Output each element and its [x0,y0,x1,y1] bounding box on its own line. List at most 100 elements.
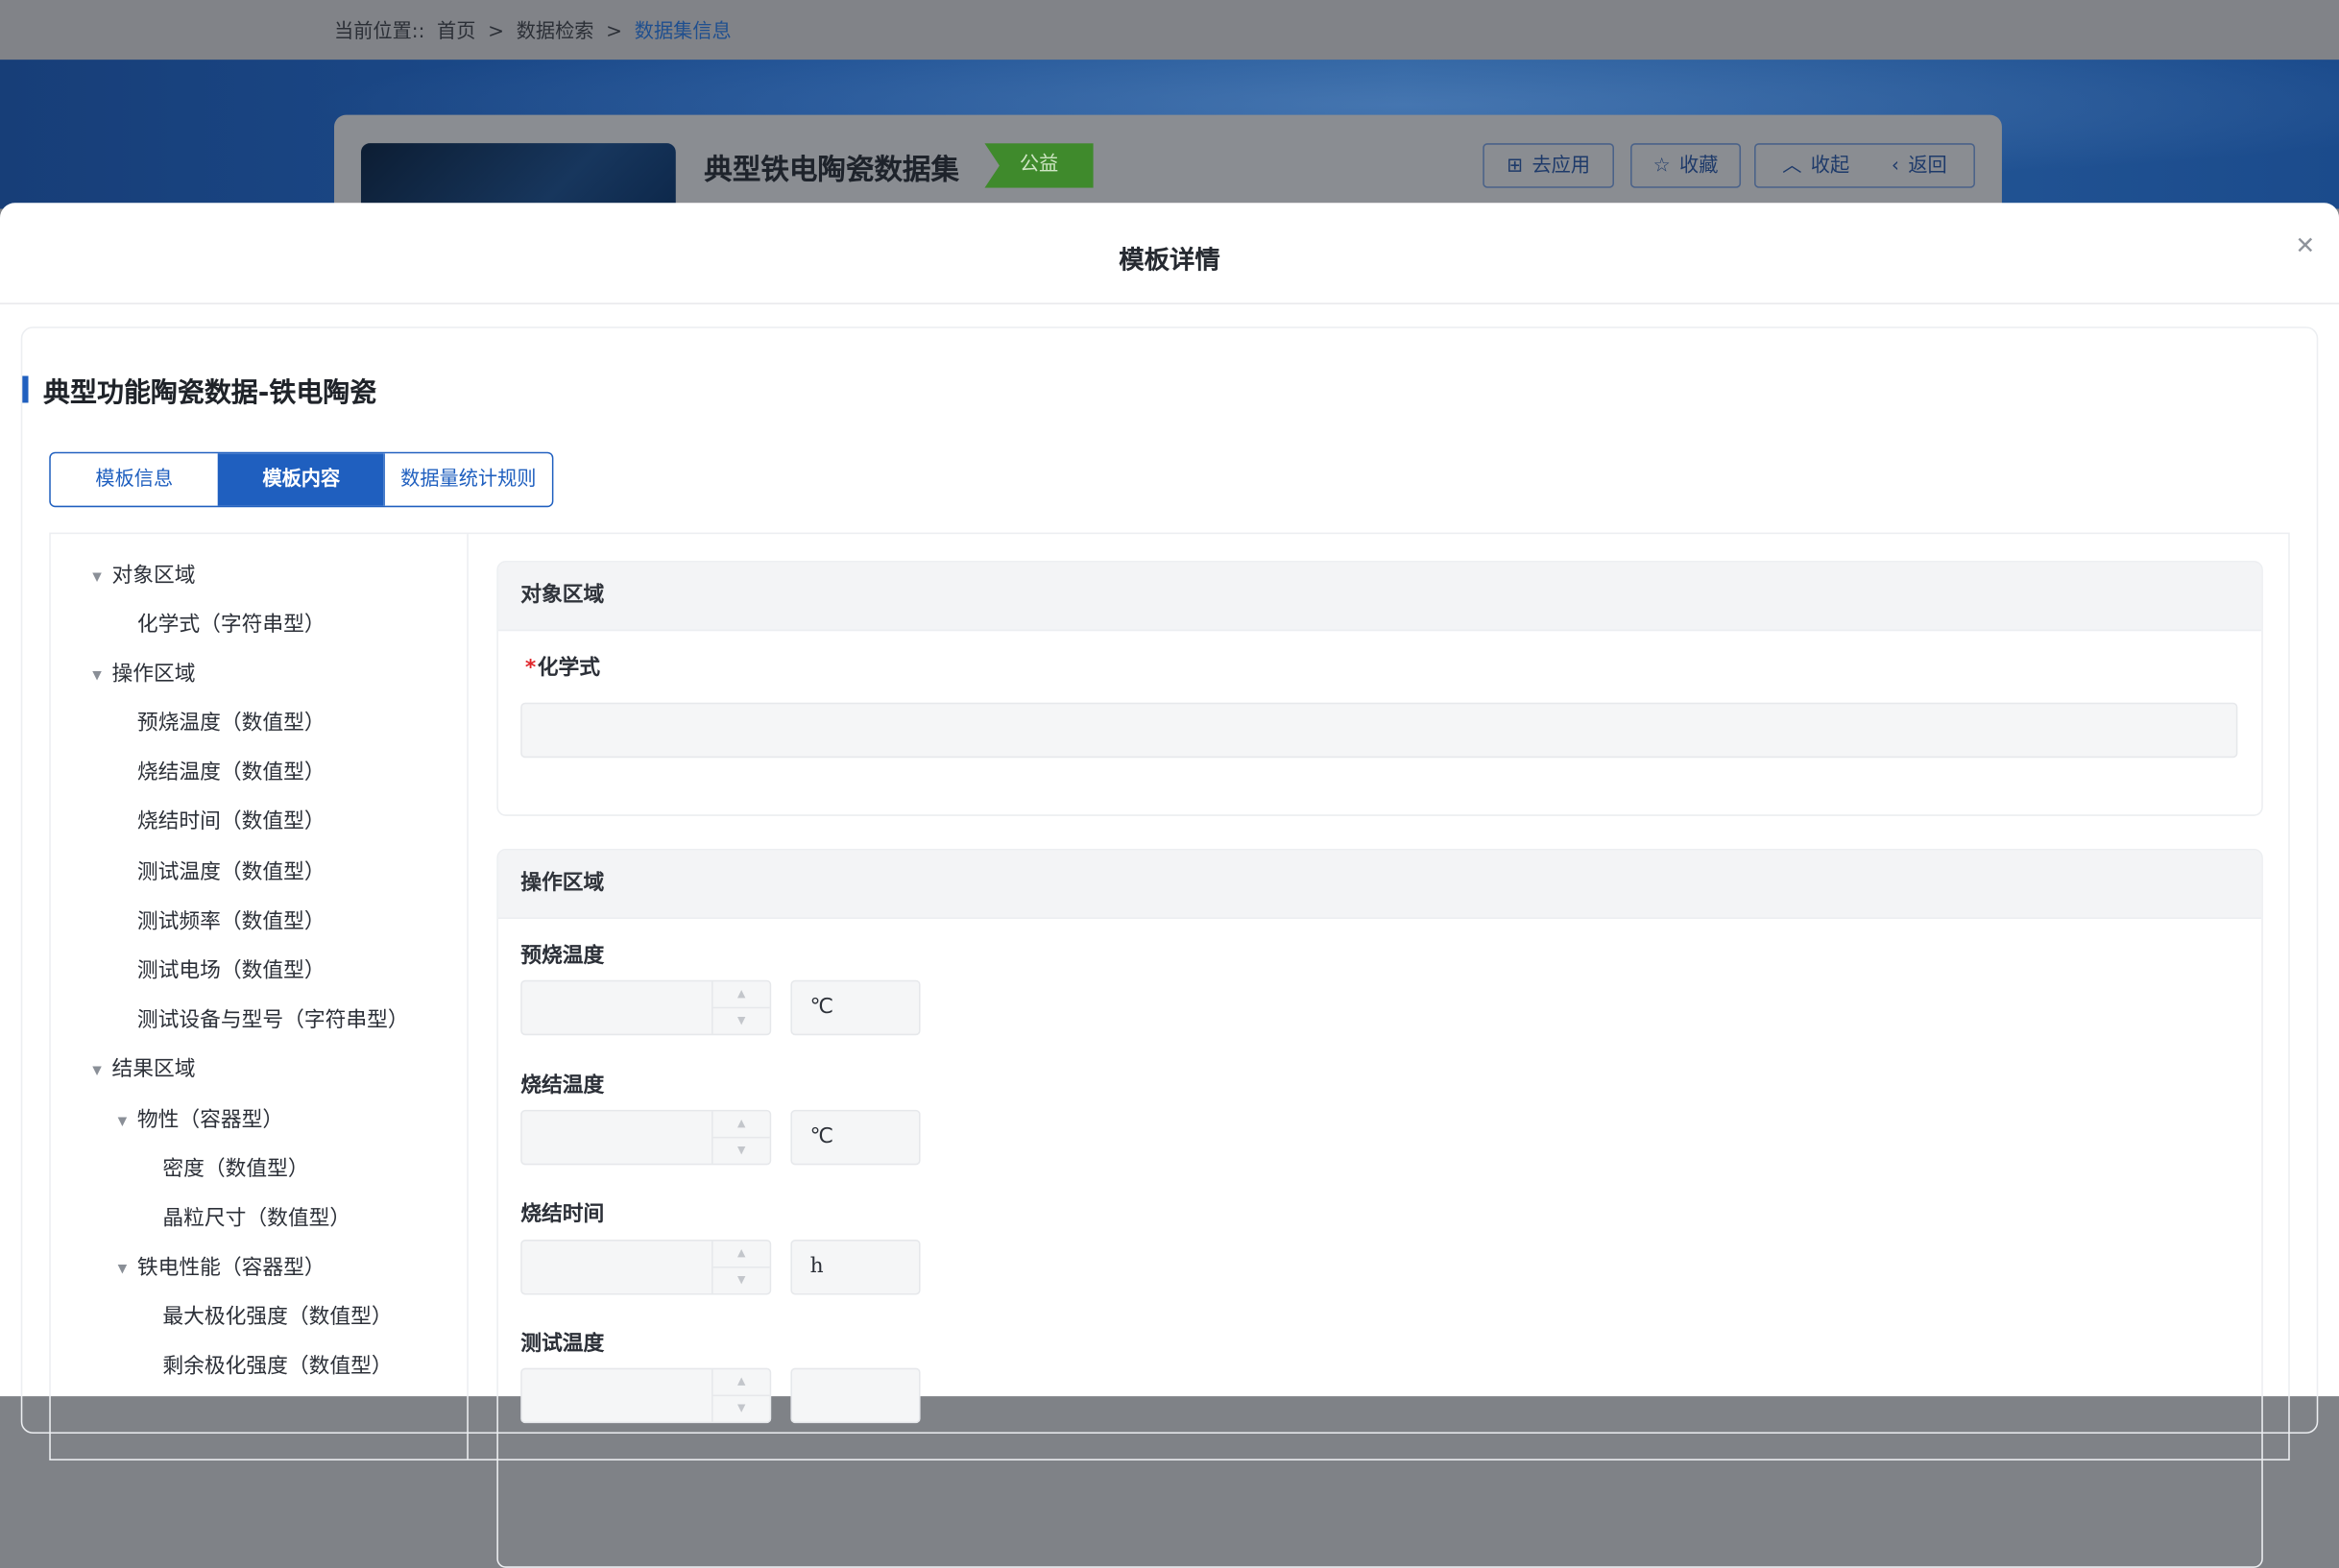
unit-sinter-temp: ℃ [790,1109,921,1166]
breadcrumb-current: 数据集信息 [634,20,732,44]
stepper-up-icon[interactable]: ▲ [712,1111,770,1139]
chevron-up-icon: ︿ [1782,155,1802,178]
unit-test-temp [790,1367,921,1424]
tree-node-physical-props[interactable]: ▼ 物性（容器型） [112,1104,284,1137]
test-temp-input[interactable]: ▲ ▼ [520,1367,772,1424]
stepper-down-icon[interactable]: ▼ [713,1138,770,1163]
breadcrumb-prefix: 当前位置:: [334,20,425,44]
field-label-test-temp: 测试温度 [520,1332,605,1357]
breadcrumb-separator: > [488,20,505,44]
unit-presinter-temp: ℃ [790,979,921,1036]
template-detail-modal: 模板详情 ✕ 典型功能陶瓷数据-铁电陶瓷 模板信息 模板内容 数据量统计规则 ▼… [0,203,2339,1568]
modal-header: 模板详情 ✕ [0,203,2339,304]
caret-down-icon[interactable]: ▼ [86,1054,108,1087]
tree-node-label: 测试电场（数值型） [136,958,326,983]
tree-node-max-polarization[interactable]: 最大极化强度（数值型） [162,1301,392,1334]
formula-input[interactable] [520,702,2238,759]
tree-node-label: 对象区域 [111,564,196,589]
caret-down-icon[interactable]: ▼ [112,1105,133,1138]
tree-node-label: 最大极化强度（数值型） [162,1305,393,1330]
back-button[interactable]: ‹ 返回 [1892,156,1947,178]
tree-node-test-field[interactable]: 测试电场（数值型） [137,954,326,987]
tree-node-grain-size[interactable]: 晶粒尺寸（数值型） [162,1202,350,1235]
tree-node-remnant-polarization[interactable]: 剩余极化强度（数值型） [162,1350,392,1383]
operation-area-group: 操作区域 预烧温度 ▲ ▼ ℃ 烧结温度 ▲ ▼ ℃ 烧结时间 ▲ ▼ h 测试… [496,848,2263,1568]
tree-node-object-area[interactable]: ▼ 对象区域 [86,560,195,592]
template-panel: 典型功能陶瓷数据-铁电陶瓷 模板信息 模板内容 数据量统计规则 ▼ 对象区域 化学… [20,326,2319,1568]
tree-node-label: 结果区域 [111,1057,196,1082]
field-label-formula: * 化学式 [525,652,600,682]
tree-node-label: 剩余极化强度（数值型） [162,1354,393,1379]
sinter-temp-input[interactable]: ▲ ▼ [520,1109,772,1166]
tab-statistics-rules[interactable]: 数据量统计规则 [383,453,552,506]
section-title: 典型功能陶瓷数据-铁电陶瓷 [43,377,377,409]
caret-down-icon[interactable]: ▼ [112,1253,133,1286]
tree-node-result-area[interactable]: ▼ 结果区域 [86,1053,195,1086]
section-accent-bar [22,375,29,403]
tree-node-presinter-temp[interactable]: 预烧温度（数值型） [137,707,326,739]
public-badge: 公益 [984,143,1094,188]
tab-template-info[interactable]: 模板信息 [50,453,218,506]
object-area-group: 对象区域 * 化学式 [496,561,2263,816]
top-bar: 当前位置:: 首页 > 数据检索 > 数据集信息 [0,0,2339,60]
favorite-button[interactable]: ☆ 收藏 [1630,143,1742,188]
tree-node-label: 化学式（字符串型） [136,613,326,638]
tree-node-test-temp[interactable]: 测试温度（数值型） [137,856,326,889]
chevron-left-icon: ‹ [1891,155,1899,178]
collapse-back-group: ︿ 收起 ‹ 返回 [1754,143,1975,188]
stepper-down-icon[interactable]: ▼ [713,1268,770,1293]
tree-node-label: 铁电性能（容器型） [136,1256,326,1280]
stepper-up-icon[interactable]: ▲ [712,1242,770,1268]
field-label-sinter-temp: 烧结温度 [520,1073,605,1098]
breadcrumb: 当前位置:: 首页 > 数据检索 > 数据集信息 [334,15,737,44]
apply-button[interactable]: ⊞ 去应用 [1483,143,1614,188]
group-title: 操作区域 [497,850,2262,920]
field-label-presinter-temp: 预烧温度 [520,944,605,969]
collapse-button[interactable]: ︿ 收起 [1782,156,1849,178]
sinter-time-input[interactable]: ▲ ▼ [520,1240,772,1295]
stepper-up-icon[interactable]: ▲ [712,981,770,1009]
tree-node-test-freq[interactable]: 测试频率（数值型） [137,905,326,938]
tree-node-density[interactable]: 密度（数值型） [162,1153,308,1186]
tree-node-label: 测试温度（数值型） [136,860,326,885]
template-content-box: ▼ 对象区域 化学式（字符串型） ▼ 操作区域 预烧温度（数值型） 烧结温度（数值型… [49,532,2290,1568]
tree-node-test-equipment[interactable]: 测试设备与型号（字符串型） [137,1004,409,1037]
caret-down-icon[interactable]: ▼ [86,660,108,692]
breadcrumb-separator: > [606,20,623,44]
stepper-down-icon[interactable]: ▼ [713,1008,770,1033]
tree-node-formula[interactable]: 化学式（字符串型） [137,609,326,641]
tab-bar: 模板信息 模板内容 数据量统计规则 [49,451,554,508]
tree-node-label: 晶粒尺寸（数值型） [162,1206,351,1231]
number-stepper[interactable]: ▲ ▼ [711,981,770,1034]
stepper-up-icon[interactable]: ▲ [712,1369,770,1397]
tree-node-label: 操作区域 [111,662,196,687]
number-stepper[interactable]: ▲ ▼ [711,1241,770,1293]
tree-node-operation-area[interactable]: ▼ 操作区域 [86,658,195,690]
dataset-title: 典型铁电陶瓷数据集 [704,154,959,187]
breadcrumb-home[interactable]: 首页 [437,21,475,43]
field-label-sinter-time: 烧结时间 [520,1202,605,1227]
tab-template-content[interactable]: 模板内容 [217,453,384,506]
field-tree: ▼ 对象区域 化学式（字符串型） ▼ 操作区域 预烧温度（数值型） 烧结温度（数值型… [51,534,469,1459]
apply-button-label: 去应用 [1531,155,1591,178]
collapse-button-label: 收起 [1810,155,1850,178]
tree-node-label: 密度（数值型） [162,1157,309,1182]
tree-node-label: 物性（容器型） [136,1108,284,1133]
tree-node-label: 烧结时间（数值型） [136,809,326,834]
tree-node-label: 测试设备与型号（字符串型） [136,1008,409,1033]
tree-node-sinter-temp[interactable]: 烧结温度（数值型） [137,757,326,789]
number-stepper[interactable]: ▲ ▼ [711,1369,770,1422]
caret-down-icon[interactable]: ▼ [86,561,108,593]
tree-node-label: 测试频率（数值型） [136,909,326,934]
close-icon[interactable]: ✕ [2295,231,2315,260]
stepper-down-icon[interactable]: ▼ [713,1396,770,1421]
favorite-button-label: 收藏 [1679,155,1719,178]
tree-node-sinter-time[interactable]: 烧结时间（数值型） [137,806,326,838]
tree-node-label: 烧结温度（数值型） [136,760,326,785]
back-button-label: 返回 [1908,155,1947,178]
tree-node-ferroelectric[interactable]: ▼ 铁电性能（容器型） [112,1251,326,1284]
number-stepper[interactable]: ▲ ▼ [711,1111,770,1164]
modal-title: 模板详情 [1119,246,1220,277]
breadcrumb-search[interactable]: 数据检索 [517,21,594,43]
presinter-temp-input[interactable]: ▲ ▼ [520,979,772,1036]
